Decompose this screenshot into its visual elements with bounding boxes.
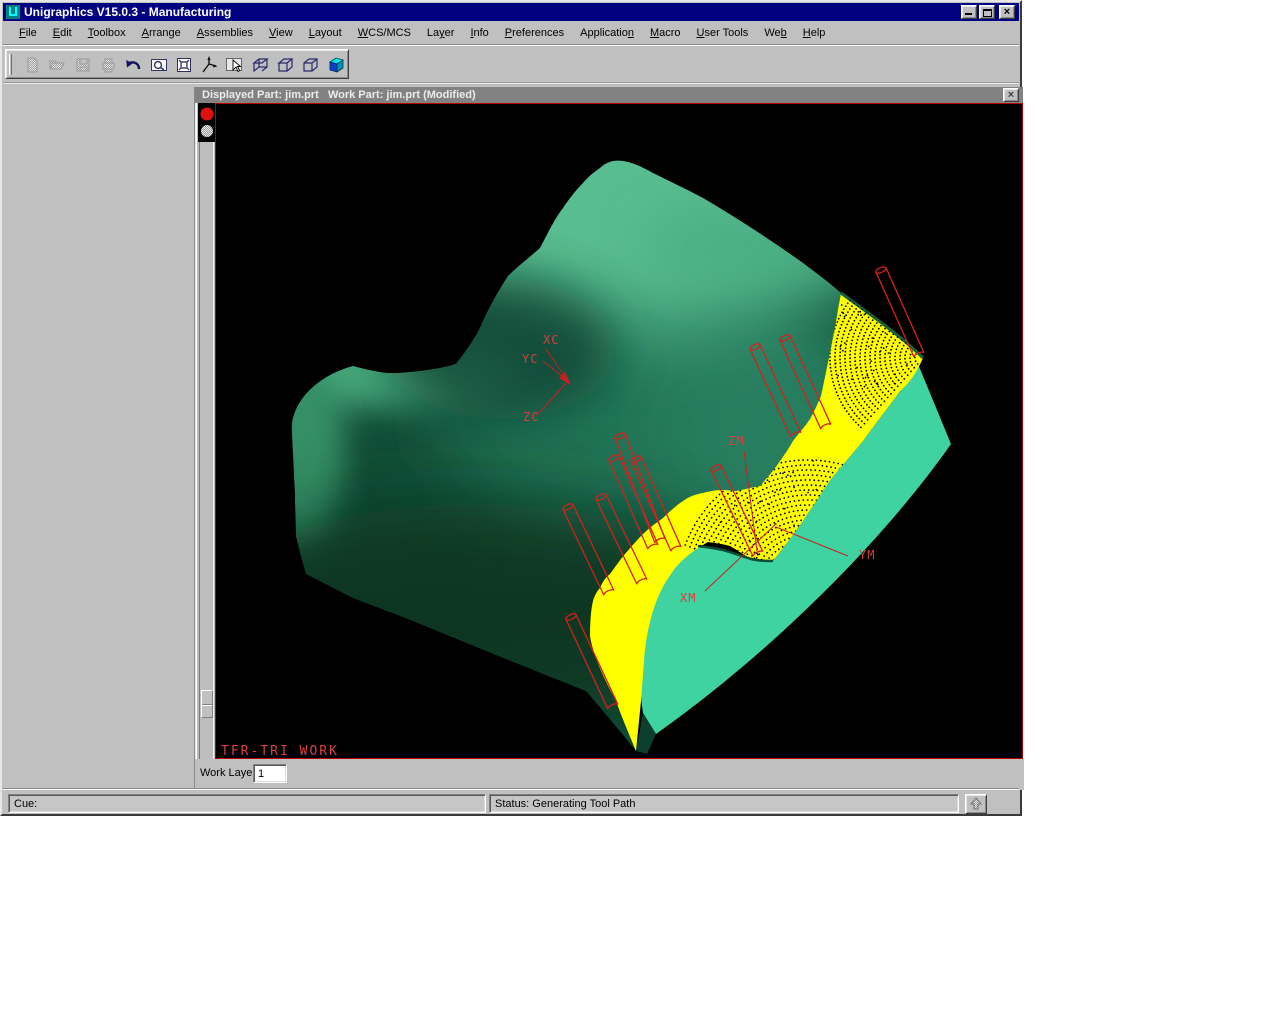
maximize-button[interactable] bbox=[979, 5, 995, 19]
view-name-label: TFR-TRI WORK bbox=[221, 744, 339, 758]
menu-info[interactable]: Info bbox=[470, 27, 488, 39]
menu-layout[interactable]: Layout bbox=[309, 27, 342, 39]
menu-view[interactable]: View bbox=[269, 27, 293, 39]
toolbar-undo-button[interactable] bbox=[121, 53, 145, 77]
toolbar-new-button bbox=[20, 53, 44, 77]
graphics-window-title: Displayed Part: jim.prt Work Part: jim.p… bbox=[202, 89, 476, 101]
strip-scrollbar-thumb[interactable] bbox=[201, 690, 213, 718]
menu-preferences[interactable]: Preferences bbox=[505, 27, 564, 39]
application-window: Unigraphics V15.0.3 - Manufacturing × Fi… bbox=[0, 0, 1022, 816]
work-layer-label: Work Layer bbox=[200, 767, 256, 779]
status-scroll-button[interactable] bbox=[965, 794, 987, 814]
menu-edit[interactable]: Edit bbox=[53, 27, 72, 39]
close-button[interactable]: × bbox=[999, 5, 1015, 19]
scroll-up-icon bbox=[966, 795, 986, 813]
toolbar-shaded-view-button[interactable] bbox=[324, 53, 348, 77]
graphics-window-header[interactable]: Displayed Part: jim.prt Work Part: jim.p… bbox=[195, 87, 1023, 103]
menu-wcs-mcs[interactable]: WCS/MCS bbox=[358, 27, 411, 39]
graphics-viewport[interactable]: XC YC ZC ZM XM YM TFR-TRI WORK bbox=[215, 103, 1023, 759]
toolbar-rotate-view-button[interactable] bbox=[248, 53, 272, 77]
stop-dither-light-icon bbox=[201, 125, 213, 137]
toolbar-wireframe-view-button[interactable] bbox=[298, 53, 322, 77]
status-panel: Status: Generating Tool Path bbox=[489, 794, 959, 813]
mcs-x-label: XM bbox=[680, 591, 696, 605]
interrupt-strip bbox=[196, 103, 215, 759]
app-icon[interactable] bbox=[6, 5, 20, 19]
stop-red-light-icon bbox=[201, 108, 214, 121]
menu-bar: File Edit Toolbox Arrange Assemblies Vie… bbox=[3, 22, 1019, 44]
toolbar-print-button bbox=[96, 53, 120, 77]
menu-web[interactable]: Web bbox=[764, 27, 786, 39]
wcs-y-label: YC bbox=[522, 352, 538, 366]
cue-panel: Cue: bbox=[8, 794, 486, 813]
toolbar bbox=[5, 49, 349, 79]
menu-arrange[interactable]: Arrange bbox=[142, 27, 181, 39]
toolbar-grip[interactable] bbox=[9, 54, 12, 75]
graphics-close-icon[interactable]: × bbox=[1003, 88, 1019, 102]
toolbar-row bbox=[3, 44, 1019, 82]
toolbar-save-button bbox=[71, 53, 95, 77]
toolbar-pan-view-button[interactable] bbox=[273, 53, 297, 77]
toolbar-csys-button[interactable] bbox=[197, 53, 221, 77]
toolbar-fit-view-button[interactable] bbox=[172, 53, 196, 77]
menu-macro[interactable]: Macro bbox=[650, 27, 681, 39]
menu-toolbox[interactable]: Toolbox bbox=[88, 27, 126, 39]
strip-scrollbar[interactable] bbox=[199, 142, 214, 759]
mcs-z-label: ZM bbox=[728, 434, 744, 448]
toolbar-select-view-button[interactable] bbox=[222, 53, 246, 77]
menu-user-tools[interactable]: User Tools bbox=[697, 27, 749, 39]
toolbar-zoom-view-button[interactable] bbox=[147, 53, 171, 77]
mcs-y-label: YM bbox=[859, 548, 875, 562]
status-bar: Cue: Status: Generating Tool Path bbox=[3, 788, 1019, 814]
minimize-button[interactable] bbox=[961, 5, 977, 19]
stop-light[interactable] bbox=[198, 103, 216, 142]
menu-help[interactable]: Help bbox=[803, 27, 826, 39]
menu-layer[interactable]: Layer bbox=[427, 27, 455, 39]
wcs-z-label: ZC bbox=[523, 410, 539, 424]
window-title: Unigraphics V15.0.3 - Manufacturing bbox=[24, 5, 231, 19]
menu-application[interactable]: Application bbox=[580, 27, 634, 39]
menu-file[interactable]: File bbox=[19, 27, 37, 39]
menu-assemblies[interactable]: Assemblies bbox=[197, 27, 253, 39]
toolbar-open-button bbox=[45, 53, 69, 77]
work-layer-input[interactable]: 1 bbox=[253, 764, 287, 783]
title-bar[interactable]: Unigraphics V15.0.3 - Manufacturing × bbox=[3, 3, 1019, 21]
wcs-x-label: XC bbox=[543, 333, 559, 347]
work-layer-row: Work Layer 1 bbox=[195, 759, 1024, 790]
